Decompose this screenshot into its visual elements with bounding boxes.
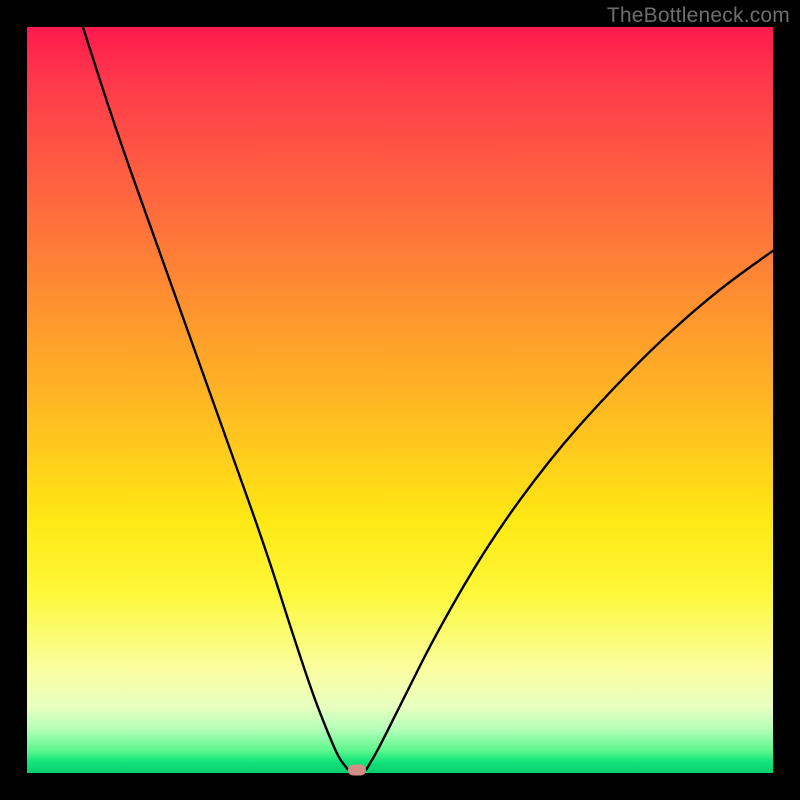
chart-frame — [27, 27, 773, 773]
bottleneck-curve — [27, 27, 773, 773]
curve-path — [83, 27, 773, 771]
optimum-marker — [348, 765, 366, 776]
watermark-text: TheBottleneck.com — [607, 4, 790, 28]
